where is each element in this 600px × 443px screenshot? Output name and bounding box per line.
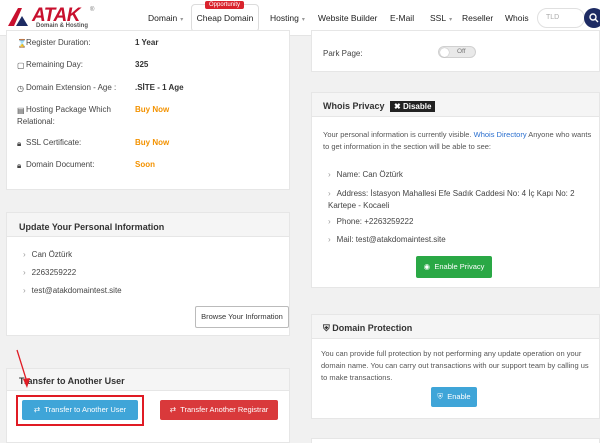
transfer-to-another-user-button[interactable]: ⇄ Transfer to Another User	[22, 400, 138, 420]
search-button[interactable]	[584, 8, 600, 28]
whois-privacy-header: Whois Privacy ✖ Disable	[312, 93, 599, 117]
hosting-package-buy-now[interactable]: Buy Now	[135, 105, 169, 114]
park-page-toggle[interactable]: Off	[438, 46, 476, 58]
privacy-status-badge: ✖ Disable	[390, 101, 436, 112]
chevron-right-icon: ›	[328, 235, 331, 244]
chevron-right-icon: ›	[328, 217, 331, 226]
register-duration-value: 1 Year	[135, 38, 159, 47]
browse-information-button[interactable]: Browse Your Information	[195, 306, 289, 328]
opportunity-badge: Opportunity	[205, 1, 245, 9]
atak-logo[interactable]: ATAK ® Domain & Hosting	[6, 5, 124, 30]
domain-extension-value: .SİTE - 1 Age	[135, 83, 184, 92]
whois-address: › Address: İstasyon Mahallesi Efe Sadık C…	[328, 189, 575, 210]
whois-privacy-title: Whois Privacy	[323, 101, 385, 111]
register-duration-label: ⌛Register Duration:	[17, 38, 91, 48]
domain-info-panel: ⌛Register Duration: 1 Year ▢Remaining Da…	[6, 30, 290, 190]
nav-reseller[interactable]: Reseller	[462, 13, 493, 23]
whois-directory-link[interactable]: Whois Directory	[474, 130, 527, 139]
personal-info-email: › test@atakdomaintest.site	[23, 286, 122, 295]
domain-protection-title: Domain Protection	[332, 323, 413, 333]
nav-email[interactable]: E-Mail	[390, 13, 414, 23]
eye-icon: ◉	[423, 262, 431, 271]
domain-document-label: 🔒︎ Domain Document:	[17, 160, 95, 170]
enable-protection-button[interactable]: ⛨ Enable	[431, 387, 477, 407]
lock-icon: 🔒︎	[17, 139, 22, 148]
server-icon: ▤	[17, 106, 25, 115]
transfer-arrows-icon: ⇄	[33, 405, 41, 414]
shield-icon: ⛨	[323, 323, 330, 333]
hourglass-icon: ⌛	[17, 39, 27, 48]
shield-icon: ⛨	[437, 392, 444, 401]
domain-document-value: Soon	[135, 160, 155, 169]
atak-logo-mark-icon	[8, 8, 28, 26]
search-icon	[589, 13, 599, 23]
chevron-right-icon: ›	[328, 189, 331, 198]
search-input[interactable]: TLD	[537, 8, 585, 28]
remaining-day-value: 325	[135, 60, 149, 69]
personal-info-title: Update Your Personal Information	[7, 213, 289, 237]
nav-ssl[interactable]: SSL ▾	[430, 13, 452, 23]
chevron-down-icon: ▾	[180, 17, 184, 23]
chevron-right-icon: ›	[328, 170, 331, 179]
whois-phone: › Phone: +2263259222	[328, 217, 414, 226]
chevron-right-icon: ›	[23, 268, 26, 277]
domain-protection-panel: ⛨ Domain Protection You can provide full…	[311, 314, 600, 419]
remaining-day-label: ▢Remaining Day:	[17, 60, 83, 70]
search-placeholder: TLD	[546, 14, 560, 21]
whois-privacy-description: Your personal information is currently v…	[323, 130, 592, 151]
transfer-arrows-icon: ⇄	[169, 405, 177, 414]
ssl-certificate-label: 🔒︎ SSL Certificate:	[17, 138, 82, 148]
park-page-label: Park Page:	[323, 49, 363, 58]
nav-website-builder[interactable]: Website Builder	[318, 13, 377, 23]
nav-domain[interactable]: Domain ▾	[148, 13, 183, 23]
next-panel	[311, 438, 600, 443]
domain-protection-header: ⛨ Domain Protection	[312, 315, 599, 339]
ssl-buy-now[interactable]: Buy Now	[135, 138, 169, 147]
chevron-right-icon: ›	[23, 250, 26, 259]
red-arrow-annotation	[16, 349, 30, 388]
personal-info-phone: › 2263259222	[23, 268, 77, 277]
nav-whois[interactable]: Whois	[505, 13, 529, 23]
enable-privacy-button[interactable]: ◉ Enable Privacy	[416, 256, 492, 278]
chevron-right-icon: ›	[23, 286, 26, 295]
nav-cheap-domain[interactable]: Opportunity Cheap Domain	[191, 1, 259, 32]
domain-protection-description: You can provide full protection by not p…	[321, 349, 589, 382]
transfer-title: Transfer to Another User	[7, 369, 289, 391]
lock-icon: 🔒︎	[17, 161, 22, 170]
whois-mail: › Mail: test@atakdomaintest.site	[328, 235, 446, 244]
transfer-another-registrar-button[interactable]: ⇄ Transfer Another Registrar	[160, 400, 278, 420]
whois-privacy-panel: Whois Privacy ✖ Disable Your personal in…	[311, 92, 600, 288]
personal-info-name: › Can Öztürk	[23, 250, 73, 259]
nav-cheap-domain-label: Cheap Domain	[196, 13, 254, 23]
clock-icon: ◷	[17, 84, 24, 93]
personal-info-panel: Update Your Personal Information › Can Öz…	[6, 212, 290, 336]
chevron-down-icon: ▾	[301, 17, 305, 23]
domain-extension-label: ◷ Domain Extension - Age :	[17, 83, 117, 93]
park-page-panel: Park Page: Off	[311, 30, 600, 72]
brand-tagline: Domain & Hosting	[36, 23, 88, 29]
nav-hosting[interactable]: Hosting ▾	[270, 13, 305, 23]
chevron-down-icon: ▾	[449, 17, 453, 23]
calendar-icon: ▢	[17, 61, 25, 70]
hosting-package-label: ▤Hosting Package Which Relational:	[17, 105, 111, 126]
whois-name: › Name: Can Öztürk	[328, 170, 403, 179]
